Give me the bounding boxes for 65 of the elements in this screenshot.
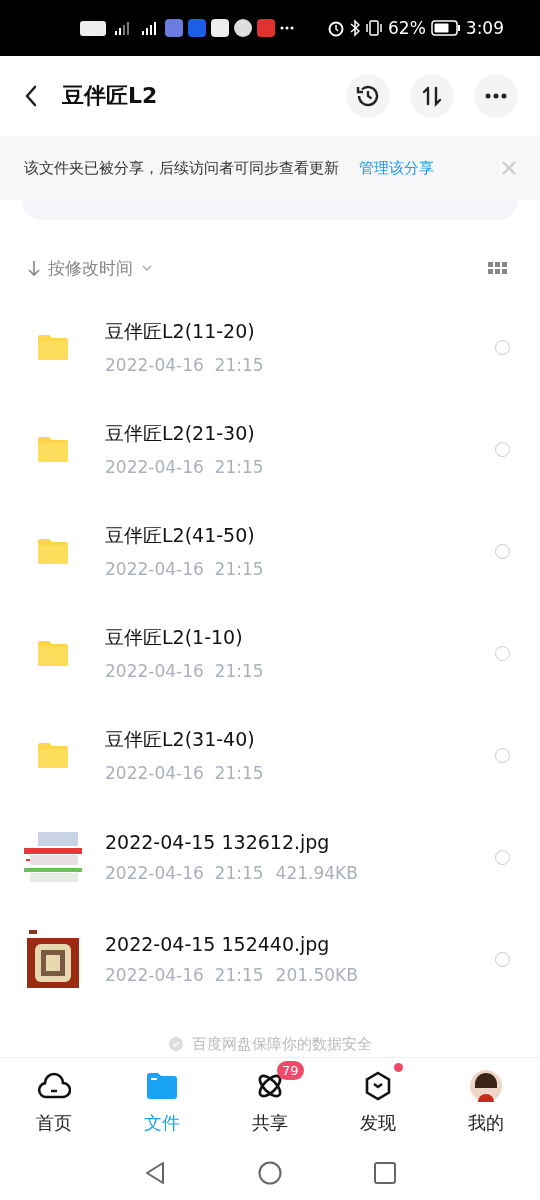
bulb-app-icon	[188, 19, 206, 37]
folder-icon	[36, 435, 70, 463]
nav-tab[interactable]: 发现	[324, 1058, 432, 1146]
file-name: 豆伴匠L2(1-10)	[105, 625, 244, 650]
more-button[interactable]	[474, 74, 518, 118]
bluetooth-icon	[350, 19, 360, 37]
history-icon	[355, 83, 381, 109]
file-row[interactable]: 2022-04-15 152440.jpg 2022-04-16 21:15 201.50KB	[0, 908, 540, 1010]
clock: 3:09	[465, 18, 504, 38]
heart-app-icon	[257, 19, 275, 37]
alarm-icon	[327, 19, 345, 37]
file-size: 421.94KB	[275, 863, 358, 883]
file-row[interactable]: 豆伴匠L2(41-50) 2022-04-16 21:15	[0, 500, 540, 602]
modified-date: 2022-04-16 21:15	[105, 661, 264, 681]
count-badge: 79	[277, 1061, 304, 1080]
folder-icon	[36, 537, 70, 565]
modified-date: 2022-04-16 21:15	[105, 559, 264, 579]
folder-icon	[36, 741, 70, 769]
home-nav-icon[interactable]	[258, 1161, 282, 1185]
modified-date: 2022-04-16 21:15	[105, 863, 264, 883]
close-button[interactable]	[502, 161, 516, 175]
cloud-icon	[37, 1072, 71, 1100]
recents-nav-icon[interactable]	[374, 1162, 396, 1184]
folder-icon	[36, 333, 70, 361]
shield-icon	[168, 1036, 184, 1052]
folder-title: 豆伴匠L2	[62, 82, 159, 110]
file-size: 201.50KB	[275, 965, 358, 985]
file-name: 豆伴匠L2(21-30)	[105, 421, 256, 446]
vibrate-icon	[365, 19, 383, 37]
sort-arrows-icon	[420, 84, 444, 108]
battery-icon	[430, 20, 461, 36]
file-row[interactable]: 豆伴匠L2(11-20) 2022-04-16 21:15	[0, 296, 540, 398]
hexagon-clock-icon	[364, 1071, 392, 1101]
file-row[interactable]: 豆伴匠L2(1-10) 2022-04-16 21:15	[0, 602, 540, 704]
modified-date: 2022-04-16 21:15	[105, 763, 264, 783]
chevron-down-icon	[141, 264, 153, 272]
file-name: 豆伴匠L2(31-40)	[105, 727, 256, 752]
folder-icon	[36, 639, 70, 667]
down-arrow-icon	[28, 259, 40, 277]
file-name: 2022-04-15 152440.jpg	[105, 933, 331, 955]
modified-date: 2022-04-16 21:15	[105, 457, 264, 477]
modified-date: 2022-04-16 21:15	[105, 355, 264, 375]
music-app-icon	[165, 19, 183, 37]
avatar-icon	[470, 1070, 502, 1102]
more-icon	[280, 26, 294, 30]
more-icon	[485, 93, 507, 99]
file-row[interactable]: 豆伴匠L2(31-40) 2022-04-16 21:15	[0, 704, 540, 806]
sort-button[interactable]	[410, 74, 454, 118]
history-button[interactable]	[346, 74, 390, 118]
file-row[interactable]: 豆伴匠L2(21-30) 2022-04-16 21:15	[0, 398, 540, 500]
grid-view-icon[interactable]	[488, 261, 508, 275]
nav-tab[interactable]: 我的	[432, 1058, 540, 1146]
share-message: 该文件夹已被分享，后续访问者可同步查看更新	[24, 158, 339, 178]
nav-tab[interactable]: 首页	[0, 1058, 108, 1146]
modified-date: 2022-04-16 21:15	[105, 965, 264, 985]
security-note: 百度网盘保障你的数据安全	[192, 1034, 372, 1054]
folder-icon	[146, 1072, 178, 1100]
file-name: 2022-04-15 132612.jpg	[105, 831, 331, 853]
battery-percent: 62%	[388, 18, 426, 38]
nav-tab[interactable]: 79 共享	[216, 1058, 324, 1146]
file-row[interactable]: 2022-04-15 132612.jpg 2022-04-16 21:15 421.94KB	[0, 806, 540, 908]
sort-order-button[interactable]: 按修改时间	[28, 256, 153, 280]
back-nav-icon[interactable]	[144, 1161, 166, 1185]
file-name: 豆伴匠L2(11-20)	[105, 319, 256, 344]
file-name: 豆伴匠L2(41-50)	[105, 523, 256, 548]
